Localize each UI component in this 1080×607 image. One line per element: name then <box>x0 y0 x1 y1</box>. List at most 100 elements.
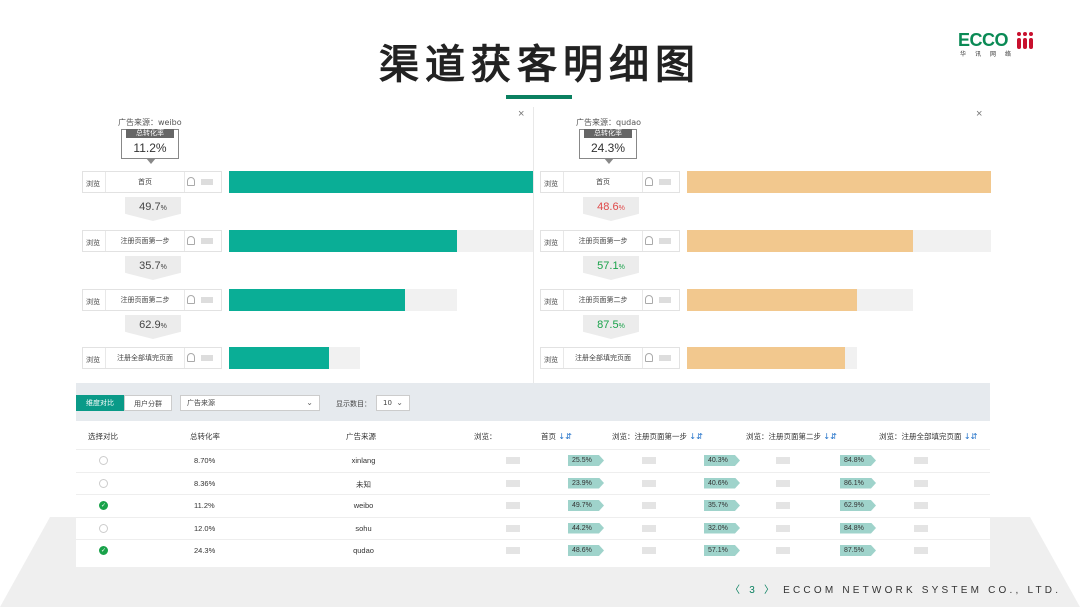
funnel-step: 浏览 首页 <box>540 171 991 193</box>
conversion-cell: 11.2% <box>194 501 215 510</box>
rate-value: 48.6 <box>597 201 619 213</box>
total-conversion-caption: 总转化率 <box>584 129 632 138</box>
step-rate-pill: 40.6% <box>704 477 740 489</box>
redacted-count <box>776 457 790 464</box>
show-count-select[interactable]: 10 ⌄ <box>376 395 410 411</box>
redacted-count <box>914 502 928 509</box>
step-tag: 浏览 注册页面第二步 <box>540 289 680 311</box>
sort-icon[interactable]: ↓⇵ <box>823 432 836 441</box>
step-kind: 浏览 <box>86 356 100 364</box>
redacted-count <box>914 524 928 532</box>
funnel-bar[interactable] <box>229 347 329 369</box>
source-select[interactable]: 广告来源 ⌄ <box>180 395 320 411</box>
step-tag: 浏览 首页 <box>82 171 222 193</box>
step-kind: 浏览 <box>86 298 100 306</box>
user-icon <box>187 177 195 186</box>
funnel-bar[interactable] <box>229 289 405 311</box>
step-tag: 浏览 注册全部填完页面 <box>540 347 680 369</box>
tab-user-segments[interactable]: 用户分群 <box>124 395 172 411</box>
close-icon[interactable]: × <box>976 108 982 120</box>
sort-icon[interactable]: ↓⇵ <box>558 432 571 441</box>
header-source: 广告来源 <box>346 432 376 441</box>
rate-value: 87.5 <box>597 319 619 331</box>
funnel-step: 浏览 注册全部填完页面 <box>82 347 530 369</box>
user-icon <box>187 236 195 245</box>
radio-button[interactable] <box>99 456 108 465</box>
step-rate-pill: 84.8% <box>840 522 876 534</box>
redacted-count <box>506 524 520 532</box>
funnel-bar[interactable] <box>229 230 457 252</box>
step-tag: 浏览 注册页面第一步 <box>540 230 680 252</box>
logo-dots-icon <box>1016 32 1036 50</box>
total-conversion-box: 总转化率 11.2% <box>121 129 179 164</box>
funnel-bar-track <box>687 171 991 193</box>
redacted-count <box>506 457 520 464</box>
sort-icon[interactable]: ↓⇵ <box>689 432 702 441</box>
step-rate-pill: 87.5% <box>840 545 876 556</box>
step-rate-pill: 35.7% <box>704 500 740 511</box>
checked-radio-icon[interactable]: ✓ <box>99 546 108 555</box>
next-page-icon[interactable]: 〉 <box>764 585 777 596</box>
table-row: ✓ 11.2% weibo 49.7% 35.7% 62.9% <box>76 494 990 516</box>
funnel-bar-track <box>229 347 360 369</box>
step-conversion-rate: 57.1% <box>583 256 639 280</box>
source-cell: weibo <box>353 501 374 510</box>
tab-dimension-compare[interactable]: 维度对比 <box>76 395 124 411</box>
funnel-bar[interactable] <box>687 230 913 252</box>
table-header: 选择对比 总转化率 广告来源 浏览： 首页 ↓⇵ 浏览：注册页面第一步 ↓⇵ 浏… <box>76 421 990 451</box>
header-step2-label: 浏览：注册页面第二步 <box>746 432 821 441</box>
header-home[interactable]: 首页 ↓⇵ <box>541 431 572 442</box>
redacted-count <box>642 547 656 554</box>
header-step1[interactable]: 浏览：注册页面第一步 ↓⇵ <box>612 431 703 442</box>
redacted-count <box>201 179 213 185</box>
step-tag: 浏览 注册全部填完页面 <box>82 347 222 369</box>
funnel-weibo: × 广告来源：weibo 总转化率 11.2% 浏览 首页 浏览 注册页面第一步 浏览 注册页面第… <box>76 105 534 383</box>
redacted-count <box>642 502 656 509</box>
radio-button[interactable] <box>99 478 108 488</box>
funnel-step: 浏览 注册页面第二步 <box>540 289 988 311</box>
rate-unit: % <box>160 323 167 330</box>
step-page-name: 注册页面第一步 <box>105 231 185 251</box>
redacted-count <box>201 297 213 303</box>
conversion-cell: 12.0% <box>194 523 216 533</box>
funnel-bar[interactable] <box>687 347 845 369</box>
conversion-cell: 8.70% <box>194 456 216 465</box>
step-page-name: 注册页面第二步 <box>105 290 185 310</box>
funnel-step: 浏览 注册页面第一步 <box>540 230 991 252</box>
ad-source-label: 广告来源：qudao <box>576 118 642 127</box>
funnel-bar[interactable] <box>229 171 533 193</box>
radio-button[interactable] <box>99 523 108 533</box>
funnel-bar[interactable] <box>687 171 991 193</box>
step-kind: 浏览 <box>86 180 100 188</box>
funnel-bar[interactable] <box>687 289 857 311</box>
rate-value: 49.7 <box>139 201 161 213</box>
prev-page-icon[interactable]: 〈 <box>730 585 743 596</box>
sort-icon[interactable]: ↓⇵ <box>964 432 977 441</box>
redacted-count <box>659 238 671 244</box>
rate-unit: % <box>618 205 625 212</box>
funnel-bar-track <box>687 289 913 311</box>
header-step1-label: 浏览：注册页面第一步 <box>612 432 687 441</box>
total-conversion-value: 24.3% <box>590 141 626 155</box>
total-conversion-caption: 总转化率 <box>126 129 174 138</box>
header-home-label: 首页 <box>541 432 556 441</box>
user-icon <box>645 353 653 362</box>
header-step3[interactable]: 浏览：注册全部填完页面 ↓⇵ <box>879 431 977 442</box>
funnel-step: 浏览 首页 <box>82 171 533 193</box>
redacted-count <box>659 297 671 303</box>
title-underline <box>506 95 572 99</box>
ad-source-label: 广告来源：weibo <box>118 118 182 127</box>
company-name: ECCOM NETWORK SYSTEM CO., LTD. <box>783 585 1062 596</box>
checked-radio-icon[interactable]: ✓ <box>99 501 108 510</box>
step-kind: 浏览 <box>544 239 558 247</box>
redacted-count <box>201 238 213 244</box>
step-page-name: 注册全部填完页面 <box>105 348 185 368</box>
user-icon <box>645 236 653 245</box>
close-icon[interactable]: × <box>518 108 524 120</box>
header-step2[interactable]: 浏览：注册页面第二步 ↓⇵ <box>746 431 837 442</box>
step-rate-pill: 25.5% <box>568 455 604 466</box>
rate-value: 57.1 <box>597 260 619 272</box>
source-cell: 未知 <box>356 479 371 489</box>
redacted-count <box>201 355 213 361</box>
table-row: 8.70% xinlang 25.5% 40.3% 84.8% <box>76 449 990 471</box>
